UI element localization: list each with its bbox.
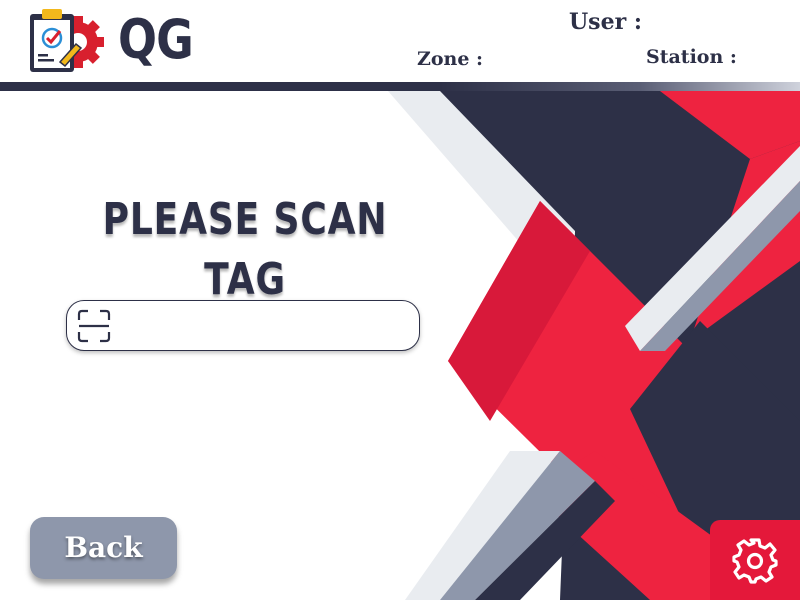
header-divider [0,82,800,91]
back-button[interactable]: Back [30,517,177,579]
app-header: QG User : Zone : Station : [0,0,800,82]
brand-name: QG [118,8,194,71]
clipboard-gear-icon [30,9,104,72]
zone-label: Zone : [417,48,484,70]
gear-icon [732,538,778,584]
scan-frame-icon [77,309,111,343]
scan-tag-input[interactable] [121,307,415,346]
scan-tag-title: PLEASE SCAN TAG [102,194,388,305]
scan-tag-field[interactable] [66,300,420,351]
user-label: User : [569,9,642,35]
settings-button[interactable] [710,520,800,600]
station-label: Station : [646,46,737,68]
